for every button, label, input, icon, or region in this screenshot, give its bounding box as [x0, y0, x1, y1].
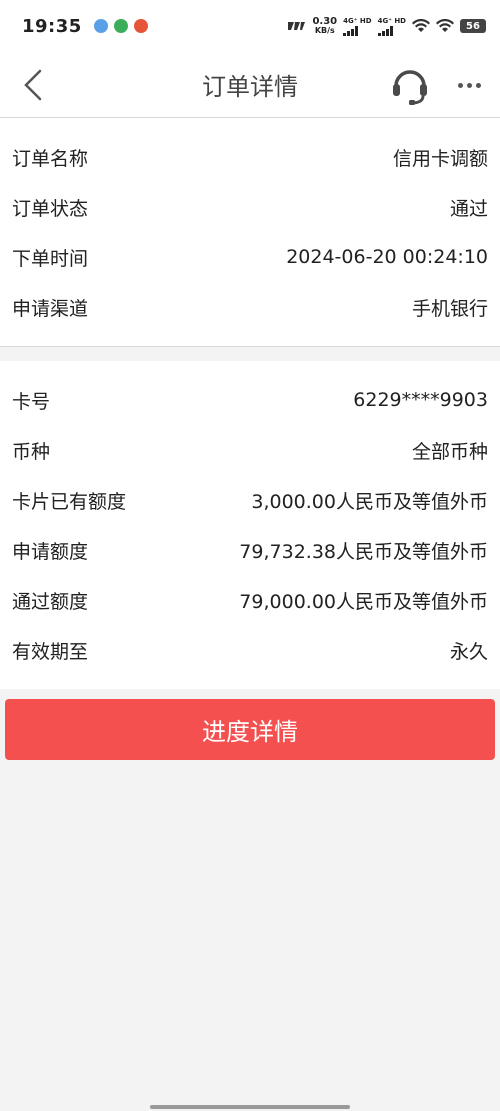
network-speed-value: 0.30	[312, 16, 338, 27]
valid-until-label: 有效期至	[12, 640, 89, 663]
requested-limit-row: 申请额度 79,732.38人民币及等值外币	[0, 525, 500, 575]
order-status-value: 通过	[449, 197, 488, 220]
valid-until-value: 永久	[449, 640, 488, 663]
more-dots-icon	[466, 82, 472, 88]
more-dots-icon	[457, 82, 463, 88]
network-speed: 0.30 KB/s	[312, 16, 338, 36]
existing-limit-value: 3,000.00人民币及等值外币	[251, 490, 488, 513]
sim2-signal: 4G⁺ HD	[377, 16, 406, 36]
sim1-signal: 4G⁺ HD	[343, 16, 372, 36]
sim1-label: 4G⁺ HD	[343, 16, 372, 25]
order-time-value: 2024-06-20 00:24:10	[286, 246, 488, 268]
order-status-row: 订单状态 通过	[0, 182, 500, 232]
valid-until-row: 有效期至 永久	[0, 625, 500, 675]
status-time: 19:35	[22, 15, 82, 37]
status-bar: 19:35 0.30 KB/s 4G⁺ HD 4G⁺ HD 56	[0, 0, 500, 52]
order-name-row: 订单名称 信用卡调额	[0, 132, 500, 182]
card-number-label: 卡号	[12, 390, 51, 413]
notification-icons	[93, 19, 148, 33]
progress-details-button[interactable]: 进度详情	[5, 699, 495, 760]
order-status-label: 订单状态	[12, 197, 89, 220]
app-notification-icon	[93, 19, 108, 33]
currency-value: 全部币种	[411, 440, 488, 463]
requested-limit-value: 79,732.38人民币及等值外币	[239, 540, 488, 563]
app-notification-icon	[113, 19, 128, 33]
currency-label: 币种	[12, 440, 51, 463]
order-channel-row: 申请渠道 手机银行	[0, 282, 500, 332]
wifi-icon	[436, 19, 454, 32]
network-speed-unit: KB/s	[314, 26, 335, 35]
order-info-section: 订单名称 信用卡调额 订单状态 通过 下单时间 2024-06-20 00:24…	[0, 118, 500, 347]
signal-bars-icon	[377, 25, 393, 36]
back-button[interactable]	[16, 66, 50, 104]
existing-limit-row: 卡片已有额度 3,000.00人民币及等值外币	[0, 475, 500, 525]
order-channel-value: 手机银行	[411, 297, 488, 320]
nav-bar: 订单详情	[0, 52, 500, 118]
customer-service-button[interactable]	[390, 64, 430, 106]
more-options-button[interactable]	[452, 72, 486, 98]
back-arrow-icon	[24, 69, 42, 101]
wifi-icon	[412, 19, 430, 32]
existing-limit-label: 卡片已有额度	[12, 490, 127, 513]
status-indicators: 0.30 KB/s 4G⁺ HD 4G⁺ HD 56	[286, 17, 486, 36]
approved-limit-row: 通过额度 79,000.00人民币及等值外币	[0, 575, 500, 625]
home-indicator[interactable]	[150, 1105, 350, 1109]
hd-voice-icon	[288, 22, 306, 30]
weibo-icon	[133, 19, 148, 33]
order-name-label: 订单名称	[12, 147, 89, 170]
signal-bars-icon	[343, 25, 359, 36]
order-time-label: 下单时间	[12, 247, 89, 270]
battery-icon: 56	[460, 19, 486, 33]
card-number-value: 6229****9903	[353, 389, 488, 411]
requested-limit-label: 申请额度	[12, 540, 89, 563]
approved-limit-label: 通过额度	[12, 590, 89, 613]
card-info-section: 卡号 6229****9903 币种 全部币种 卡片已有额度 3,000.00人…	[0, 361, 500, 689]
headset-icon	[393, 70, 427, 105]
order-time-row: 下单时间 2024-06-20 00:24:10	[0, 232, 500, 282]
sim2-label: 4G⁺ HD	[377, 16, 406, 25]
card-number-row: 卡号 6229****9903	[0, 375, 500, 425]
order-channel-label: 申请渠道	[12, 297, 89, 320]
approved-limit-value: 79,000.00人民币及等值外币	[239, 590, 488, 613]
order-name-value: 信用卡调额	[392, 147, 488, 170]
action-area: 进度详情	[0, 689, 500, 770]
more-dots-icon	[475, 82, 481, 88]
currency-row: 币种 全部币种	[0, 425, 500, 475]
